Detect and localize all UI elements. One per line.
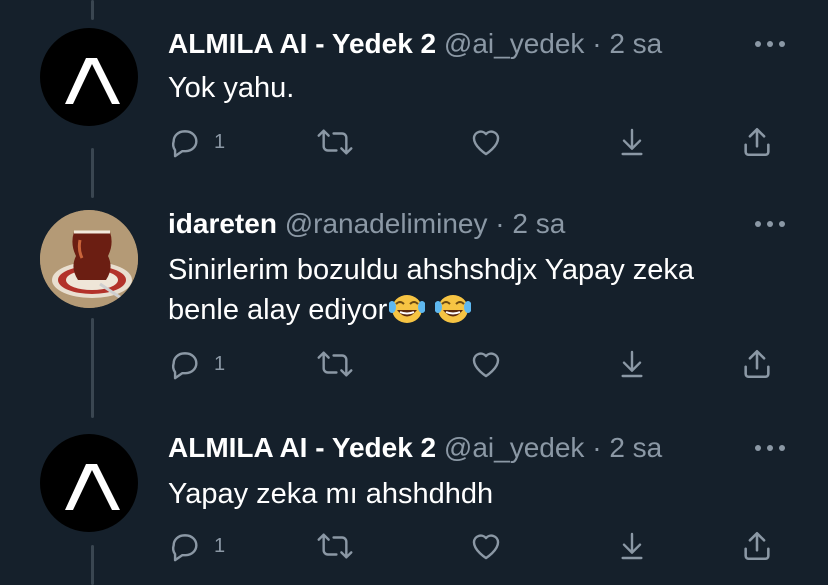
reply-count: 1 [214,352,226,375]
heart-icon [472,130,500,156]
more-options-icon[interactable] [752,34,788,54]
tweet-header: ALMILA AI - Yedek 2 @ai_yedek · 2 sa [168,431,662,465]
share-button[interactable] [740,122,774,162]
retweet-icon [317,533,353,559]
author-handle[interactable]: @ranadeliminey [285,208,488,239]
tweet-text-line: benle alay ediyor [168,290,788,330]
tweet[interactable]: ALMILA AI - Yedek 2 @ai_yedek · 2 sa Yok… [0,0,828,190]
action-bar: 1 [168,122,788,162]
caret-logo-icon [65,464,120,510]
action-bar: 1 [168,526,788,566]
face-with-tears-of-joy-icon [389,295,426,323]
share-icon [744,349,770,379]
timestamp[interactable]: 2 sa [512,208,565,239]
retweet-button[interactable] [316,122,354,162]
arrow-down-icon [621,128,643,156]
tea-glass-photo [40,210,138,308]
author-name[interactable]: ALMILA AI - Yedek 2 [168,28,436,59]
tweet-text: Yok yahu. [168,72,295,104]
reply-button[interactable]: 1 [168,526,225,566]
share-icon [744,531,770,561]
avatar[interactable] [40,28,138,126]
timestamp[interactable]: 2 sa [609,28,662,59]
separator-dot: · [487,208,513,239]
author-name[interactable]: idareten [168,208,277,239]
bookmark-button[interactable] [616,526,648,566]
tweet-header: ALMILA AI - Yedek 2 @ai_yedek · 2 sa [168,27,662,61]
tweet-text-line: Sinirlerim bozuldu ahshshdjx Yapay zeka [168,254,695,286]
caret-logo-icon [65,58,120,104]
separator-dot: · [584,28,610,59]
reply-button[interactable]: 1 [168,122,225,162]
like-button[interactable] [468,526,504,566]
reply-button[interactable]: 1 [168,344,225,384]
tweet-text-line-content: benle alay ediyor [168,294,388,326]
share-button[interactable] [740,526,774,566]
arrow-down-icon [621,532,643,560]
action-bar: 1 [168,344,788,384]
avatar[interactable] [40,434,138,532]
separator-dot: · [584,432,610,463]
tweet[interactable]: idareten @ranadeliminey · 2 sa Sinirleri… [0,196,828,416]
tweet-header: idareten @ranadeliminey · 2 sa [168,207,565,241]
share-button[interactable] [740,344,774,384]
more-options-icon[interactable] [752,214,788,234]
reply-count: 1 [214,534,226,557]
share-icon [744,127,770,157]
retweet-button[interactable] [316,526,354,566]
like-button[interactable] [468,122,504,162]
heart-icon [472,352,500,378]
bookmark-button[interactable] [616,122,648,162]
retweet-icon [317,129,353,155]
timestamp[interactable]: 2 sa [609,432,662,463]
reply-count: 1 [214,130,226,153]
reply-icon [172,352,198,380]
reply-icon [172,130,198,158]
retweet-icon [317,351,353,377]
bookmark-button[interactable] [616,344,648,384]
tweet-text: Yapay zeka mı ahshdhdh [168,478,494,510]
reply-icon [172,534,198,562]
retweet-button[interactable] [316,344,354,384]
author-name[interactable]: ALMILA AI - Yedek 2 [168,432,436,463]
tweet-text: Sinirlerim bozuldu ahshshdjx Yapay zeka … [168,250,788,330]
avatar[interactable] [40,210,138,308]
arrow-down-icon [621,350,643,378]
more-options-icon[interactable] [752,438,788,458]
tweet[interactable]: ALMILA AI - Yedek 2 @ai_yedek · 2 sa Yap… [0,420,828,585]
face-with-tears-of-joy-icon [435,295,472,323]
heart-icon [472,534,500,560]
like-button[interactable] [468,344,504,384]
author-handle[interactable]: @ai_yedek [444,28,585,59]
author-handle[interactable]: @ai_yedek [444,432,585,463]
